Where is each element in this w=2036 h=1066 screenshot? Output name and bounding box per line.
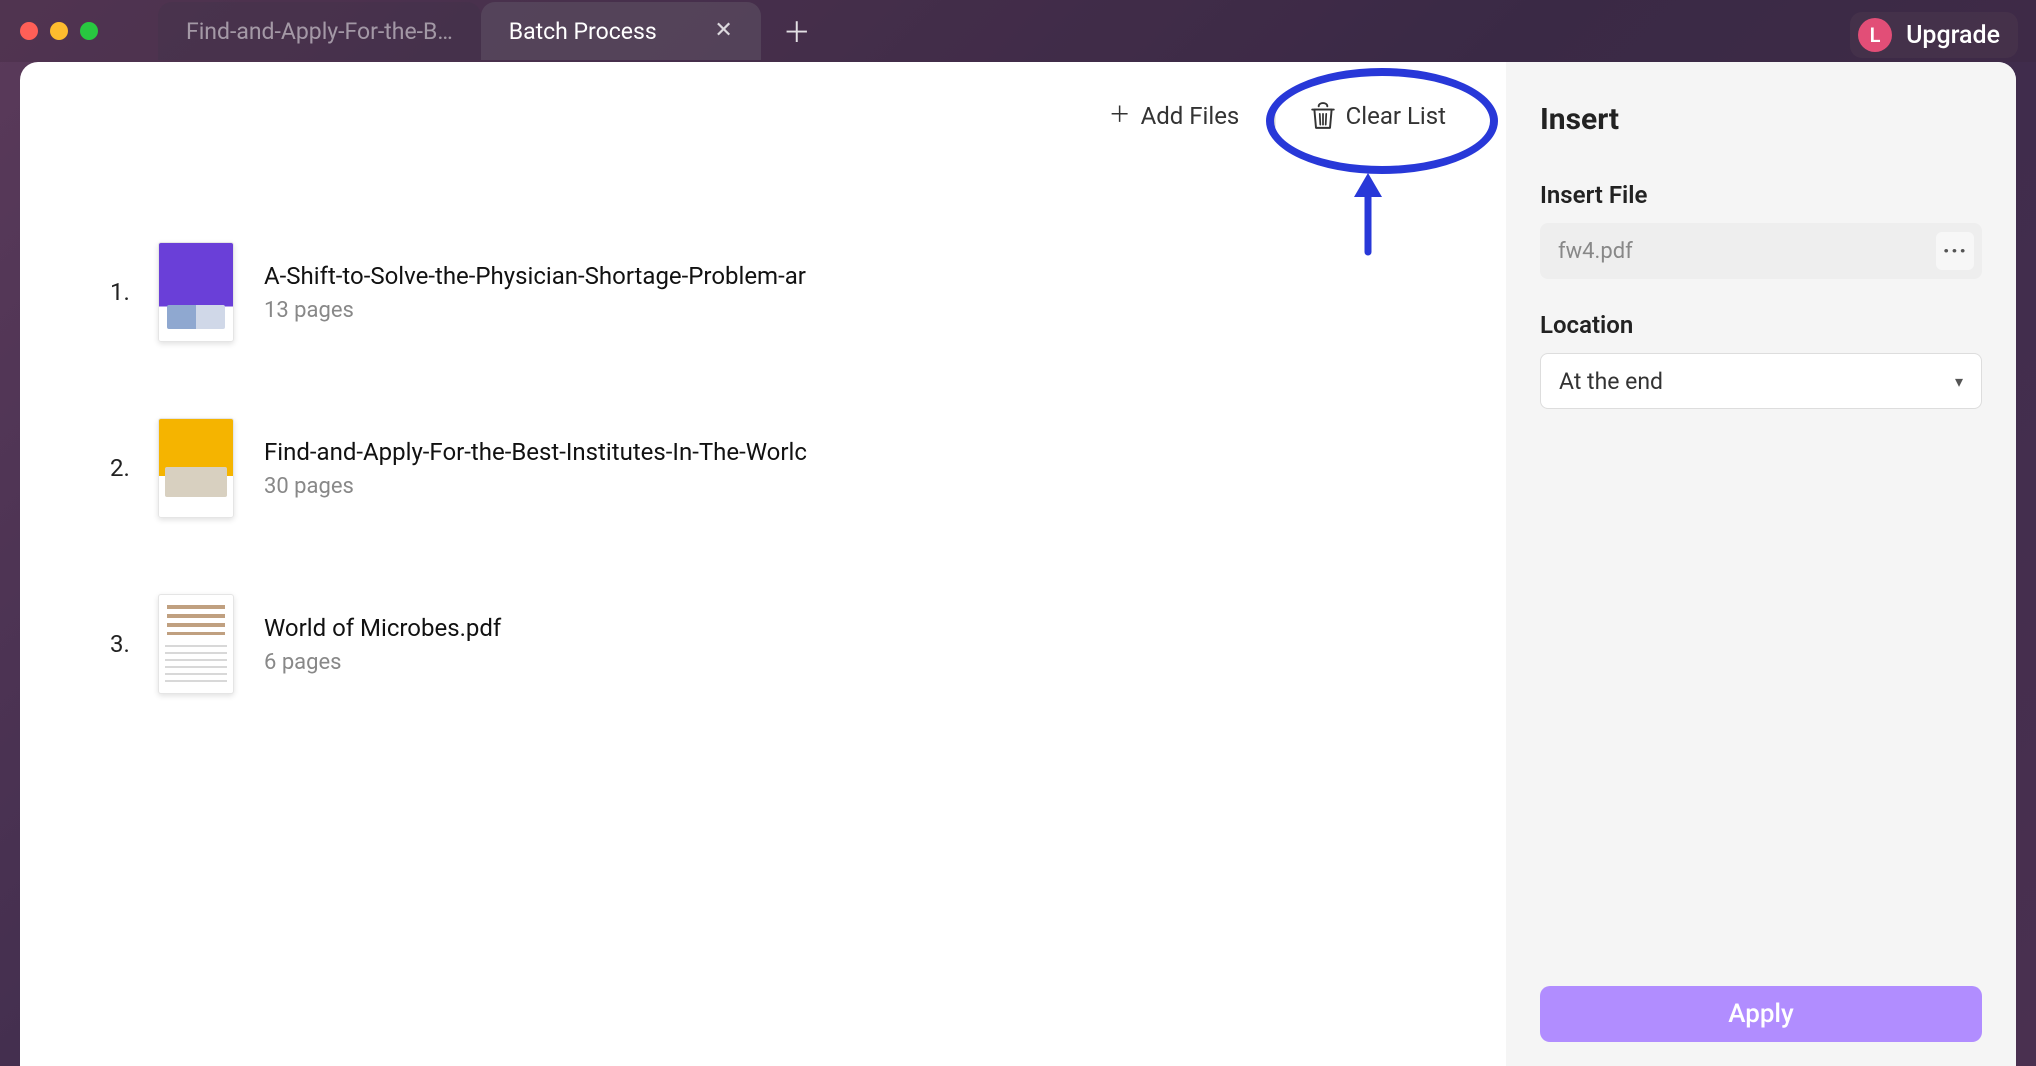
file-thumbnail	[158, 242, 234, 342]
upgrade-label: Upgrade	[1906, 21, 2000, 50]
titlebar: Find-and-Apply-For-the-B… Batch Process …	[0, 0, 2036, 62]
file-thumbnail	[158, 418, 234, 518]
list-item[interactable]: 2. Find-and-Apply-For-the-Best-Institute…	[110, 418, 1456, 518]
window-maximize-button[interactable]	[80, 22, 98, 40]
tabs: Find-and-Apply-For-the-B… Batch Process …	[158, 0, 2016, 62]
tab-label: Find-and-Apply-For-the-B…	[186, 18, 453, 45]
ellipsis-icon: ···	[1943, 237, 1968, 265]
top-actions: ＋ Add Files | Clear List	[1089, 92, 1466, 140]
sidebar: Insert Insert File fw4.pdf ··· Location …	[1506, 62, 2016, 1066]
upgrade-button[interactable]: L Upgrade	[1850, 12, 2018, 58]
file-name: Find-and-Apply-For-the-Best-Institutes-I…	[264, 438, 874, 466]
plus-icon: ＋	[1109, 105, 1131, 127]
file-info: A-Shift-to-Solve-the-Physician-Shortage-…	[264, 262, 1456, 323]
file-name: A-Shift-to-Solve-the-Physician-Shortage-…	[264, 262, 874, 290]
apply-label: Apply	[1728, 999, 1794, 1029]
new-tab-button[interactable]: ＋	[773, 7, 821, 55]
add-files-label: Add Files	[1141, 102, 1240, 130]
window-minimize-button[interactable]	[50, 22, 68, 40]
chevron-down-icon: ▾	[1955, 372, 1963, 391]
avatar-initial: L	[1870, 23, 1881, 47]
plus-icon: ＋	[783, 11, 811, 51]
location-select[interactable]: At the end ▾	[1540, 353, 1982, 409]
apply-button[interactable]: Apply	[1540, 986, 1982, 1042]
file-pages: 6 pages	[264, 650, 1456, 675]
tab-active[interactable]: Batch Process ✕	[481, 2, 761, 60]
tab-label: Batch Process	[509, 18, 699, 45]
window-close-button[interactable]	[20, 22, 38, 40]
location-value: At the end	[1559, 368, 1955, 395]
insert-file-label: Insert File	[1540, 181, 1982, 209]
list-item[interactable]: 3. World of Microbes.pdf 6 pages	[110, 594, 1456, 694]
row-index: 3.	[110, 630, 158, 658]
separator: |	[1259, 101, 1289, 131]
window-controls	[20, 22, 98, 40]
browse-button[interactable]: ···	[1936, 232, 1974, 270]
avatar: L	[1858, 18, 1892, 52]
file-info: Find-and-Apply-For-the-Best-Institutes-I…	[264, 438, 1456, 499]
tab-inactive[interactable]: Find-and-Apply-For-the-B…	[158, 2, 481, 60]
file-list: 1. A-Shift-to-Solve-the-Physician-Shorta…	[110, 242, 1456, 694]
file-info: World of Microbes.pdf 6 pages	[264, 614, 1456, 675]
row-index: 1.	[110, 278, 158, 306]
list-item[interactable]: 1. A-Shift-to-Solve-the-Physician-Shorta…	[110, 242, 1456, 342]
clear-list-button[interactable]: Clear List	[1290, 92, 1466, 140]
insert-file-value: fw4.pdf	[1558, 239, 1936, 264]
file-name: World of Microbes.pdf	[264, 614, 874, 642]
file-list-area: ＋ Add Files | Clear List	[20, 62, 1506, 1066]
content-window: ＋ Add Files | Clear List	[20, 62, 2016, 1066]
clear-list-label: Clear List	[1346, 102, 1446, 130]
trash-icon	[1310, 102, 1336, 130]
file-pages: 13 pages	[264, 298, 1456, 323]
file-thumbnail	[158, 594, 234, 694]
sidebar-title: Insert	[1540, 102, 1982, 137]
row-index: 2.	[110, 454, 158, 482]
add-files-button[interactable]: ＋ Add Files	[1089, 92, 1260, 140]
tab-close-icon[interactable]: ✕	[714, 20, 732, 42]
location-label: Location	[1540, 311, 1982, 339]
file-pages: 30 pages	[264, 474, 1456, 499]
insert-file-input[interactable]: fw4.pdf ···	[1540, 223, 1982, 279]
